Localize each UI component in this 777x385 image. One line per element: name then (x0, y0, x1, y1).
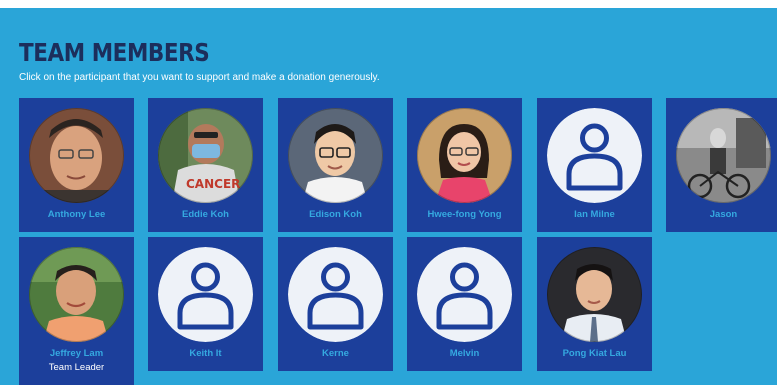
default-user-icon (547, 108, 642, 203)
member-card-melvin[interactable]: Melvin (407, 237, 522, 371)
default-user-icon (417, 247, 512, 342)
member-photo (547, 247, 642, 342)
member-name: Edison Koh (309, 209, 362, 220)
member-name: Anthony Lee (47, 209, 106, 220)
member-photo (417, 108, 512, 203)
member-photo: CANCER (158, 108, 253, 203)
member-card-kerne[interactable]: Kerne (278, 237, 393, 371)
member-name: Kerne (322, 348, 349, 359)
member-card-hwee-fong-yong[interactable]: Hwee-fong Yong (407, 98, 522, 232)
member-name: Eddie Koh (182, 209, 229, 220)
member-card-anthony-lee[interactable]: Anthony Lee (19, 98, 134, 232)
default-user-icon (288, 247, 383, 342)
member-card-eddie-koh[interactable]: CANCER Eddie Koh (148, 98, 263, 232)
team-members-section: TEAM MEMBERS Click on the participant th… (0, 8, 777, 385)
member-name: Jeffrey Lam (49, 348, 104, 359)
member-name: Keith It (189, 348, 222, 359)
member-role: Team Leader (48, 362, 105, 373)
member-name: Ian Milne (574, 209, 615, 220)
member-card-jeffrey-lam[interactable]: Jeffrey Lam Team Leader (19, 237, 134, 385)
member-photo (676, 108, 771, 203)
member-card-pong-kiat-lau[interactable]: Pong Kiat Lau (537, 237, 652, 371)
default-user-icon (158, 247, 253, 342)
member-name: Jason (709, 209, 738, 220)
member-name: Pong Kiat Lau (562, 348, 627, 359)
member-photo (29, 247, 124, 342)
member-name: Hwee-fong Yong (427, 209, 502, 220)
member-card-edison-koh[interactable]: Edison Koh (278, 98, 393, 232)
member-photo (29, 108, 124, 203)
member-card-keith-it[interactable]: Keith It (148, 237, 263, 371)
member-photo (288, 108, 383, 203)
member-card-ian-milne[interactable]: Ian Milne (537, 98, 652, 232)
member-card-jason[interactable]: Jason (666, 98, 777, 232)
member-name: Melvin (449, 348, 480, 359)
section-subtitle: Click on the participant that you want t… (19, 72, 380, 83)
section-title: TEAM MEMBERS (19, 38, 210, 67)
